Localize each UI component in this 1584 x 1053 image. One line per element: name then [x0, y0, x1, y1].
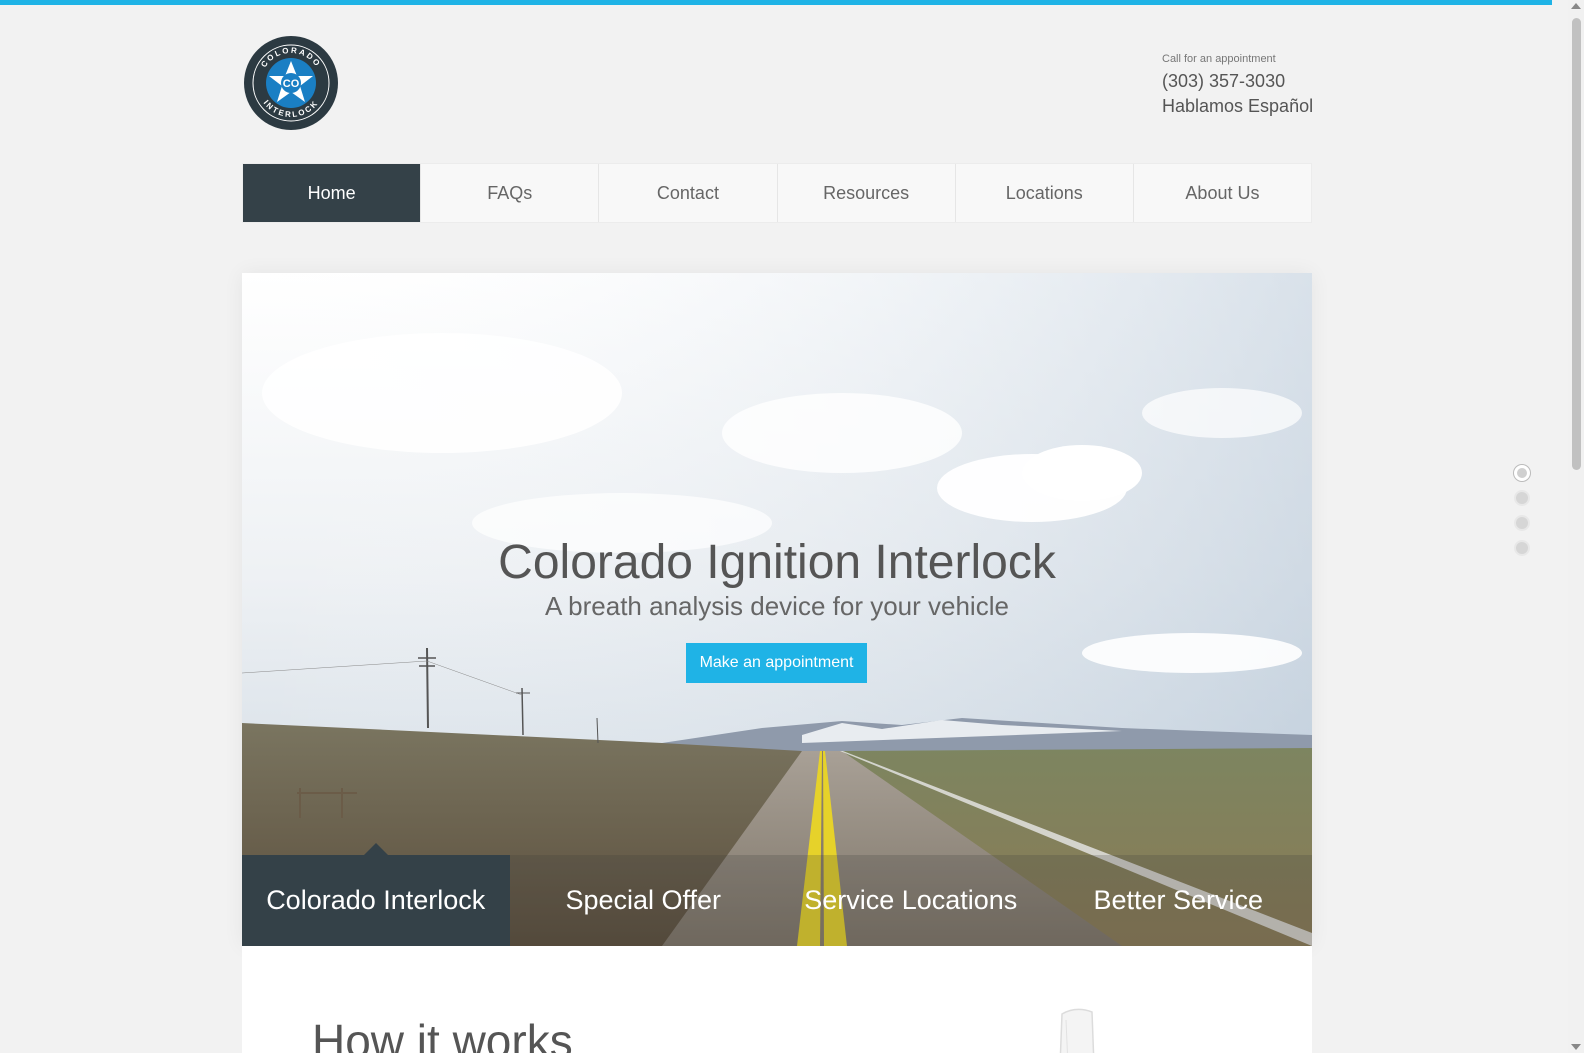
interlock-device-image	[1059, 1008, 1095, 1053]
contact-info: Call for an appointment (303) 357-3030 H…	[1162, 53, 1313, 119]
slide-tab-better-service[interactable]: Better Service	[1045, 855, 1313, 946]
section-dots-nav	[1514, 465, 1534, 565]
hero-slider: Colorado Ignition Interlock A breath ana…	[242, 273, 1312, 946]
section-heading: How it works	[312, 1015, 573, 1053]
how-it-works-section: How it works	[242, 946, 1312, 1053]
scroll-down-icon[interactable]	[1571, 1044, 1581, 1050]
slide-tab-colorado-interlock[interactable]: Colorado Interlock	[242, 843, 510, 946]
top-accent-bar	[0, 0, 1552, 5]
slide-tabs: Colorado Interlock Special Offer Service…	[242, 843, 1313, 946]
call-label: Call for an appointment	[1162, 53, 1276, 65]
hero-title: Colorado Ignition Interlock	[498, 536, 1056, 589]
scroll-thumb[interactable]	[1572, 18, 1581, 470]
nav-item-locations[interactable]: Locations	[956, 164, 1134, 222]
nav-item-faqs[interactable]: FAQs	[421, 164, 600, 222]
make-appointment-button[interactable]: Make an appointment	[686, 643, 867, 683]
section-dot-2[interactable]	[1514, 490, 1530, 506]
scroll-up-icon[interactable]	[1571, 3, 1581, 9]
language-note: Hablamos Español	[1162, 96, 1314, 116]
nav-item-about-us[interactable]: About Us	[1134, 164, 1311, 222]
nav-item-contact[interactable]: Contact	[599, 164, 778, 222]
main-nav: Home FAQs Contact Resources Locations Ab…	[242, 163, 1312, 223]
site-logo[interactable]: CO COLORADO INTERLOCK	[243, 35, 339, 131]
logo-center-text: CO	[283, 78, 300, 90]
phone-number[interactable]: (303) 357-3030	[1162, 69, 1313, 94]
slide-tab-service-locations[interactable]: Service Locations	[777, 855, 1045, 946]
section-dot-1[interactable]	[1514, 465, 1530, 481]
slide-tab-special-offer[interactable]: Special Offer	[510, 855, 778, 946]
section-dot-4[interactable]	[1514, 540, 1530, 556]
colorado-interlock-logo: CO COLORADO INTERLOCK	[244, 36, 338, 130]
hero-subtitle: A breath analysis device for your vehicl…	[545, 591, 1009, 621]
page-scrollbar[interactable]	[1568, 0, 1584, 1053]
section-dot-3[interactable]	[1514, 515, 1530, 531]
nav-item-resources[interactable]: Resources	[778, 164, 956, 222]
nav-item-home[interactable]: Home	[243, 164, 422, 222]
